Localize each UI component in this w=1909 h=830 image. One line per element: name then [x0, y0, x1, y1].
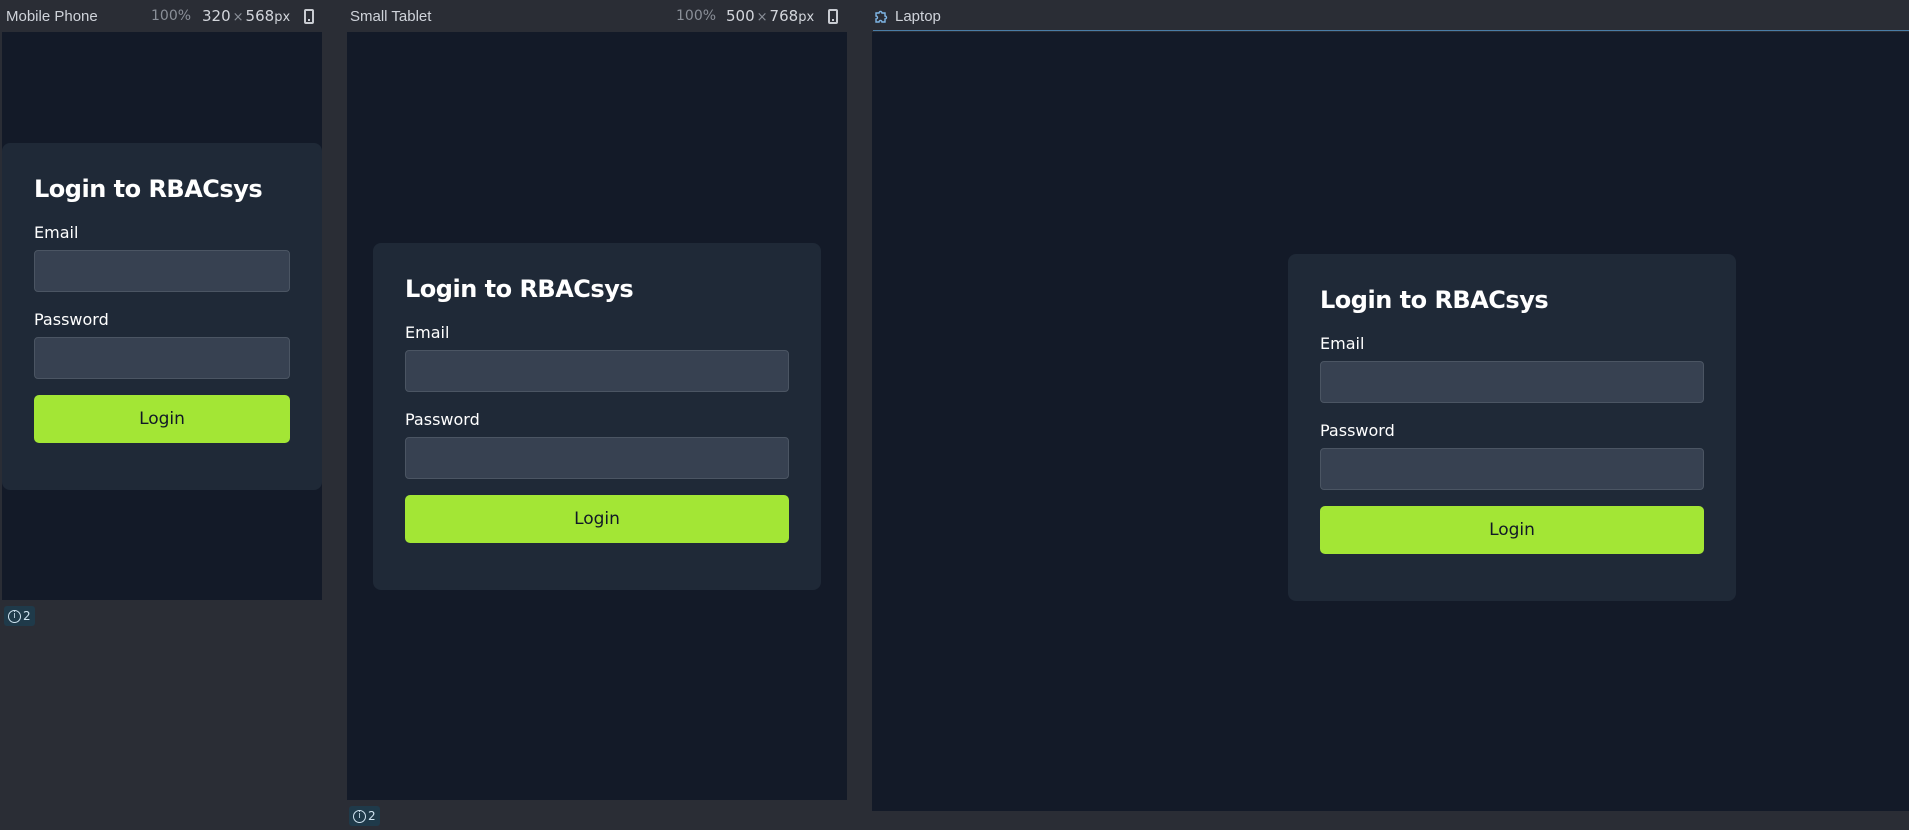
puzzle-icon[interactable] — [873, 8, 889, 24]
email-field[interactable] — [34, 250, 290, 292]
login-button[interactable]: Login — [1320, 506, 1704, 554]
mobile-dimensions[interactable]: 320 × 568px — [202, 7, 290, 25]
password-label: Password — [405, 410, 480, 429]
unit-label: px — [274, 10, 291, 25]
login-button[interactable]: Login — [405, 495, 789, 543]
tablet-pane-header: Small Tablet 100% 500 × 768px — [350, 0, 848, 32]
email-label: Email — [1320, 334, 1365, 353]
tablet-pane-name: Small Tablet — [350, 7, 432, 25]
phone-device-icon[interactable] — [304, 9, 314, 24]
login-card: Login to RBACsys Email Password Login — [373, 243, 821, 590]
times-sign: × — [232, 10, 244, 25]
mobile-viewport[interactable]: Login to RBACsys Email Password Login — [2, 32, 322, 600]
login-card: Login to RBACsys Email Password Login — [1288, 254, 1736, 601]
password-field[interactable] — [34, 337, 290, 379]
password-label: Password — [34, 310, 109, 329]
tablet-zoom-level[interactable]: 100% — [676, 8, 716, 24]
phone-device-icon[interactable] — [828, 9, 838, 24]
password-label: Password — [1320, 421, 1395, 440]
laptop-pane-header: Laptop — [873, 0, 1909, 32]
mobile-pane-name: Mobile Phone — [6, 7, 98, 25]
mobile-zoom-level[interactable]: 100% — [151, 8, 191, 24]
laptop-active-indicator — [873, 30, 1909, 31]
laptop-viewport[interactable]: Login to RBACsys Email Password Login — [872, 32, 1909, 811]
mobile-height: 568 — [245, 7, 275, 25]
login-button[interactable]: Login — [34, 395, 290, 443]
email-field[interactable] — [405, 350, 789, 392]
tablet-dimensions[interactable]: 500 × 768px — [726, 7, 814, 25]
laptop-pane-name: Laptop — [895, 7, 941, 25]
tablet-info-badge[interactable]: i2 — [349, 806, 380, 826]
email-label: Email — [34, 223, 79, 242]
email-label: Email — [405, 323, 450, 342]
login-card: Login to RBACsys Email Password Login — [2, 143, 322, 490]
tablet-width: 500 — [726, 7, 755, 25]
password-field[interactable] — [405, 437, 789, 479]
info-icon: i — [353, 809, 366, 823]
info-icon: i — [8, 609, 21, 623]
login-title: Login to RBACsys — [1320, 286, 1549, 314]
mobile-info-badge[interactable]: i2 — [4, 606, 35, 626]
tablet-viewport[interactable]: Login to RBACsys Email Password Login — [347, 32, 847, 800]
email-field[interactable] — [1320, 361, 1704, 403]
unit-label: px — [798, 10, 815, 25]
mobile-width: 320 — [202, 7, 231, 25]
tablet-height: 768 — [769, 7, 799, 25]
tablet-badge-count: 2 — [368, 809, 376, 823]
password-field[interactable] — [1320, 448, 1704, 490]
login-title: Login to RBACsys — [405, 275, 634, 303]
login-title: Login to RBACsys — [34, 175, 263, 203]
mobile-pane-header: Mobile Phone 100% 320 × 568px — [6, 0, 322, 32]
mobile-badge-count: 2 — [23, 609, 31, 623]
times-sign: × — [756, 10, 768, 25]
